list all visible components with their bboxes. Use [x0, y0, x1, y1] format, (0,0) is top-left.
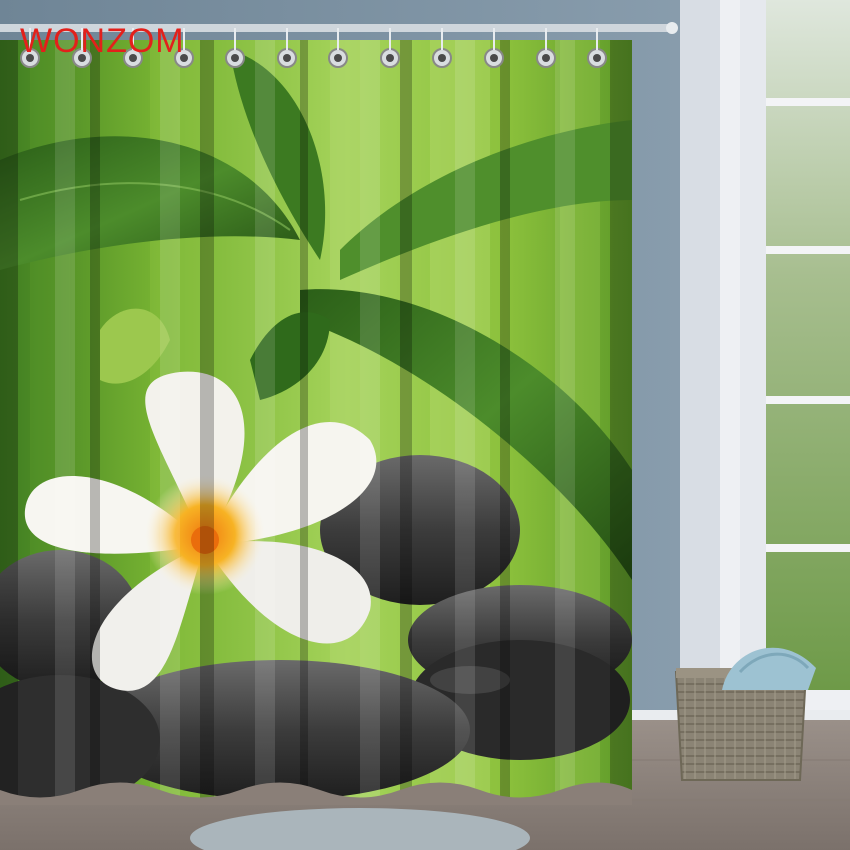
brand-watermark: WONZOM — [20, 22, 185, 60]
shower-curtain — [0, 40, 632, 805]
shower-curtain-photo — [0, 0, 850, 850]
